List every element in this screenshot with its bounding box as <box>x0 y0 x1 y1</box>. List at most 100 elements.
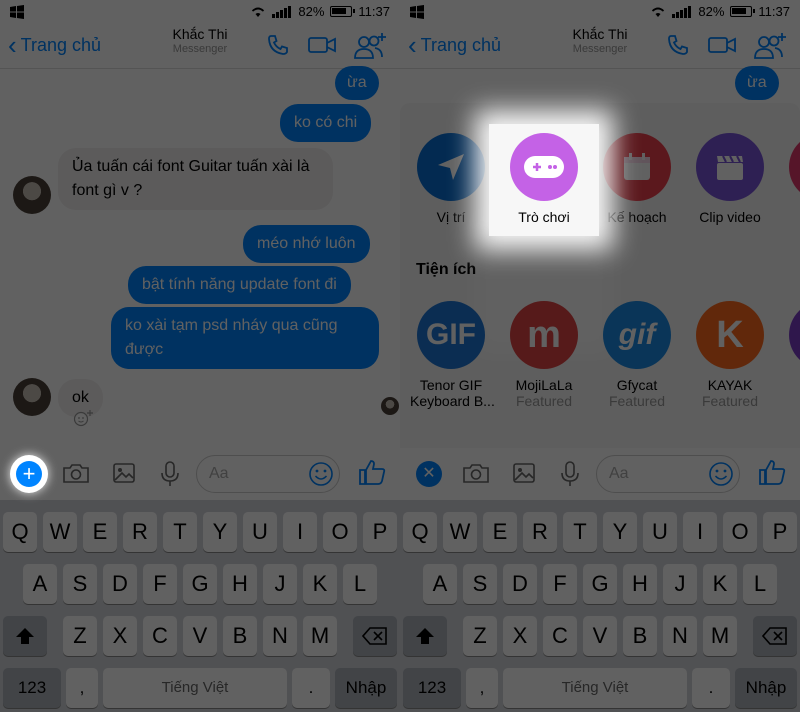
key-c[interactable]: C <box>143 616 177 656</box>
photo-icon[interactable] <box>512 460 536 486</box>
extension-tenor-gif[interactable]: GIF Tenor GIF Keyboard B... <box>410 301 495 409</box>
key-y[interactable]: Y <box>203 512 237 552</box>
key-t[interactable]: T <box>563 512 597 552</box>
space-key[interactable]: Tiếng Việt <box>103 668 287 708</box>
key-q[interactable]: Q <box>3 512 37 552</box>
enter-key[interactable]: Nhập <box>335 668 397 708</box>
key-i[interactable]: I <box>283 512 317 552</box>
key-e[interactable]: E <box>83 512 117 552</box>
key-w[interactable]: W <box>43 512 77 552</box>
emoji-icon[interactable] <box>308 461 334 487</box>
comma-key[interactable]: , <box>466 668 498 708</box>
period-key[interactable]: . <box>692 668 730 708</box>
key-w[interactable]: W <box>443 512 477 552</box>
key-y[interactable]: Y <box>603 512 637 552</box>
camera-icon[interactable] <box>62 460 90 486</box>
key-b[interactable]: B <box>623 616 657 656</box>
numbers-key[interactable]: 123 <box>403 668 461 708</box>
back-button[interactable]: ‹ Trang chủ <box>8 32 101 58</box>
space-key[interactable]: Tiếng Việt <box>503 668 687 708</box>
contact-title[interactable]: Khắc Thi Messenger <box>160 26 240 55</box>
key-p[interactable]: P <box>363 512 397 552</box>
enter-key[interactable]: Nhập <box>735 668 797 708</box>
key-z[interactable]: Z <box>463 616 497 656</box>
key-r[interactable]: R <box>123 512 157 552</box>
key-l[interactable]: L <box>743 564 777 604</box>
extension-mojilala[interactable]: m MojiLaLa Featured <box>503 301 585 409</box>
add-people-icon[interactable] <box>754 32 788 60</box>
highlighted-games-tile[interactable]: Trò chơi <box>489 124 599 236</box>
thumbs-up-icon[interactable] <box>758 458 786 486</box>
close-button[interactable]: ✕ <box>416 461 442 487</box>
key-g[interactable]: G <box>583 564 617 604</box>
app-plan[interactable]: Kế hoạch <box>596 133 678 225</box>
key-l[interactable]: L <box>343 564 377 604</box>
key-x[interactable]: X <box>103 616 137 656</box>
back-button[interactable]: ‹ Trang chủ <box>408 32 501 58</box>
app-location[interactable]: Vị trí <box>410 133 492 225</box>
key-i[interactable]: I <box>683 512 717 552</box>
avatar[interactable] <box>13 378 51 416</box>
key-q[interactable]: Q <box>403 512 437 552</box>
backspace-key[interactable] <box>353 616 397 656</box>
key-c[interactable]: C <box>543 616 577 656</box>
key-o[interactable]: O <box>723 512 757 552</box>
key-t[interactable]: T <box>163 512 197 552</box>
microphone-icon[interactable] <box>560 460 580 488</box>
key-d[interactable]: D <box>103 564 137 604</box>
backspace-key[interactable] <box>753 616 797 656</box>
key-e[interactable]: E <box>483 512 517 552</box>
key-h[interactable]: H <box>623 564 657 604</box>
microphone-icon[interactable] <box>160 460 180 488</box>
app-partial[interactable]: Â <box>782 133 800 225</box>
key-m[interactable]: M <box>703 616 737 656</box>
key-d[interactable]: D <box>503 564 537 604</box>
key-f[interactable]: F <box>543 564 577 604</box>
key-f[interactable]: F <box>143 564 177 604</box>
video-call-icon[interactable] <box>308 32 336 58</box>
key-m[interactable]: M <box>303 616 337 656</box>
key-r[interactable]: R <box>523 512 557 552</box>
key-n[interactable]: N <box>663 616 697 656</box>
key-a[interactable]: A <box>23 564 57 604</box>
key-h[interactable]: H <box>223 564 257 604</box>
key-j[interactable]: J <box>263 564 297 604</box>
key-j[interactable]: J <box>663 564 697 604</box>
video-call-icon[interactable] <box>708 32 736 58</box>
contact-title[interactable]: Khắc Thi Messenger <box>560 26 640 55</box>
key-g[interactable]: G <box>183 564 217 604</box>
thumbs-up-icon[interactable] <box>358 458 386 486</box>
key-z[interactable]: Z <box>63 616 97 656</box>
photo-icon[interactable] <box>112 460 136 486</box>
period-key[interactable]: . <box>292 668 330 708</box>
shift-key[interactable] <box>403 616 447 656</box>
key-v[interactable]: V <box>183 616 217 656</box>
app-video-clip[interactable]: Clip video <box>689 133 771 225</box>
numbers-key[interactable]: 123 <box>3 668 61 708</box>
avatar[interactable] <box>13 176 51 214</box>
key-p[interactable]: P <box>763 512 797 552</box>
key-k[interactable]: K <box>703 564 737 604</box>
key-x[interactable]: X <box>503 616 537 656</box>
phone-icon[interactable] <box>266 32 290 58</box>
camera-icon[interactable] <box>462 460 490 486</box>
key-u[interactable]: U <box>243 512 277 552</box>
extension-gfycat[interactable]: gif Gfycat Featured <box>596 301 678 409</box>
key-b[interactable]: B <box>223 616 257 656</box>
shift-key[interactable] <box>3 616 47 656</box>
extension-partial[interactable]: G <box>782 301 800 393</box>
key-u[interactable]: U <box>643 512 677 552</box>
key-n[interactable]: N <box>263 616 297 656</box>
key-s[interactable]: S <box>63 564 97 604</box>
key-v[interactable]: V <box>583 616 617 656</box>
add-people-icon[interactable] <box>354 32 388 60</box>
more-actions-button[interactable]: + <box>16 461 42 487</box>
key-k[interactable]: K <box>303 564 337 604</box>
comma-key[interactable]: , <box>66 668 98 708</box>
emoji-icon[interactable] <box>708 461 734 487</box>
extension-kayak[interactable]: K KAYAK Featured <box>689 301 771 409</box>
add-reaction-icon[interactable] <box>73 409 95 427</box>
phone-icon[interactable] <box>666 32 690 58</box>
key-a[interactable]: A <box>423 564 457 604</box>
key-o[interactable]: O <box>323 512 357 552</box>
